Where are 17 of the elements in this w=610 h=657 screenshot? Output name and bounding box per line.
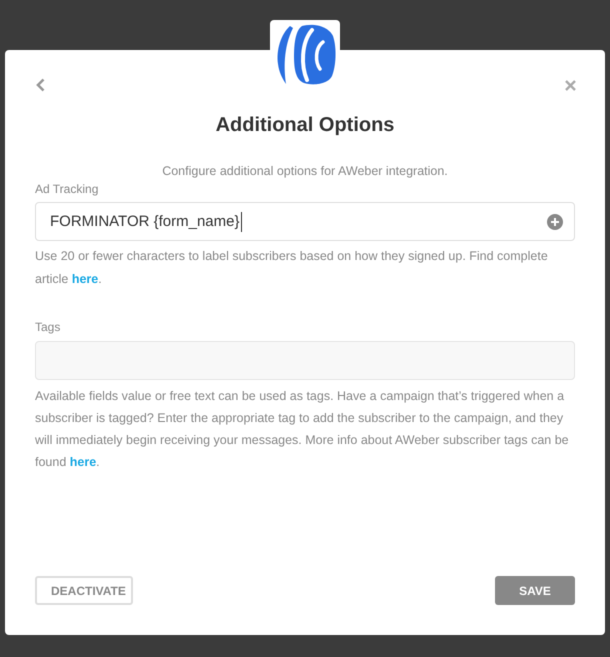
chevron-left-icon[interactable] [36, 78, 45, 92]
close-icon[interactable] [565, 80, 576, 90]
help-link[interactable]: here [72, 272, 98, 286]
input-field[interactable]: FORMINATOR {form_name} [35, 202, 575, 241]
plus-circle-icon[interactable] [547, 214, 563, 230]
input-field[interactable] [35, 341, 575, 380]
deactivate-button[interactable]: DEACTIVATE [35, 576, 133, 605]
text-cursor [240, 212, 242, 232]
help-text: Use 20 or fewer characters to label subscribers based on how they signed up. Find complete article here. [35, 248, 549, 288]
dialog-title: Additional Options [214, 113, 396, 138]
save-button[interactable]: SAVE [495, 576, 575, 605]
dialog-subtitle: Configure additional options for AWeber integration. [161, 163, 449, 180]
help-link[interactable]: here [70, 455, 96, 469]
field-label: Tags [35, 319, 62, 335]
help-text: Available fields value or free text can be used as tags. Have a campaign that’s triggered when a subscriber is tagged? Enter the appropriate tag to add the subscriber to the campaign, and they will immediately begin receiving your messages. More info about AWeber subscriber tags can be found here. [35, 388, 570, 471]
field-label: Ad Tracking [35, 181, 100, 197]
field-value: FORMINATOR {form_name} [50, 212, 240, 232]
